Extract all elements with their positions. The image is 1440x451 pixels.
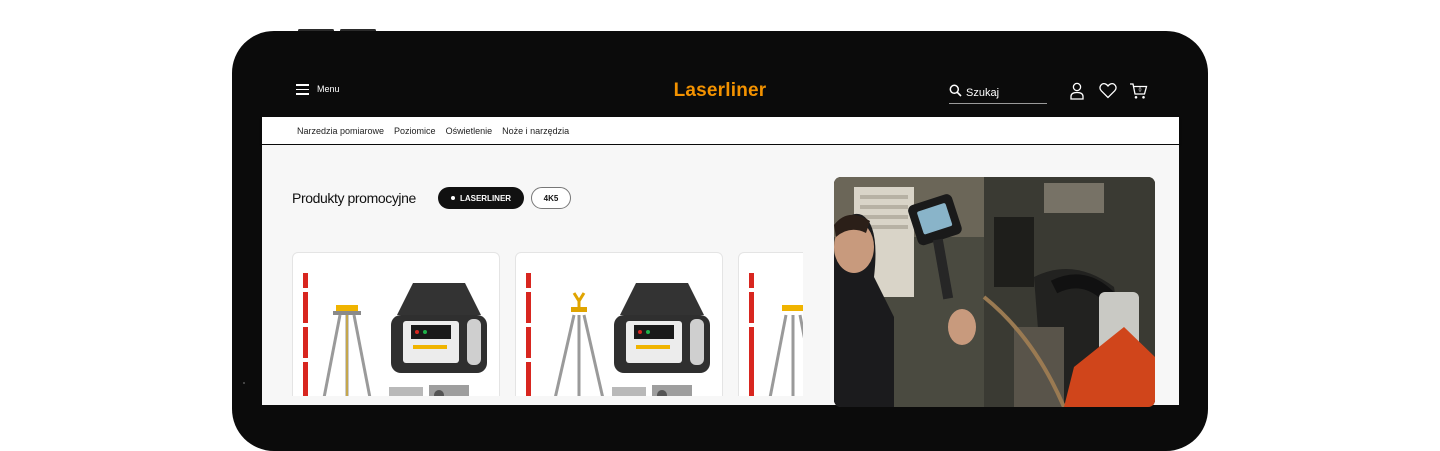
nav-item-lighting[interactable]: Oświetlenie bbox=[446, 126, 493, 136]
main-nav: Narzedzia pomiarowe Poziomice Oświetleni… bbox=[262, 117, 1179, 144]
device-sensor bbox=[243, 382, 245, 384]
technician-photo bbox=[834, 177, 1155, 407]
filter-4k5[interactable]: 4K5 bbox=[531, 187, 571, 209]
search-icon bbox=[949, 84, 962, 102]
product-image bbox=[303, 273, 487, 396]
heart-icon[interactable] bbox=[1099, 82, 1117, 104]
product-image bbox=[526, 273, 710, 396]
product-image bbox=[749, 273, 803, 396]
search-box[interactable] bbox=[949, 82, 1047, 104]
search-input[interactable] bbox=[966, 86, 1036, 99]
product-card[interactable] bbox=[738, 252, 803, 396]
hero-image[interactable] bbox=[834, 177, 1155, 407]
product-card[interactable] bbox=[292, 252, 500, 396]
nav-item-knives-tools[interactable]: Noże i narzędzia bbox=[502, 126, 569, 136]
nav-item-levels[interactable]: Poziomice bbox=[394, 126, 436, 136]
user-icon[interactable] bbox=[1069, 82, 1085, 105]
product-carousel bbox=[292, 252, 803, 396]
cart-icon[interactable]: 0 bbox=[1129, 82, 1148, 105]
filter-label: 4K5 bbox=[543, 193, 559, 203]
nav-item-measuring-tools[interactable]: Narzedzia pomiarowe bbox=[297, 126, 384, 136]
product-card[interactable] bbox=[515, 252, 723, 396]
active-dot-icon bbox=[450, 196, 455, 200]
filter-laserliner[interactable]: LASERLINER bbox=[438, 187, 524, 209]
site-logo[interactable]: Laserliner bbox=[0, 80, 1440, 102]
section-title: Produkty promocyjne bbox=[292, 190, 416, 206]
filter-label: LASERLINER bbox=[459, 193, 512, 203]
svg-text:0: 0 bbox=[1139, 88, 1142, 94]
